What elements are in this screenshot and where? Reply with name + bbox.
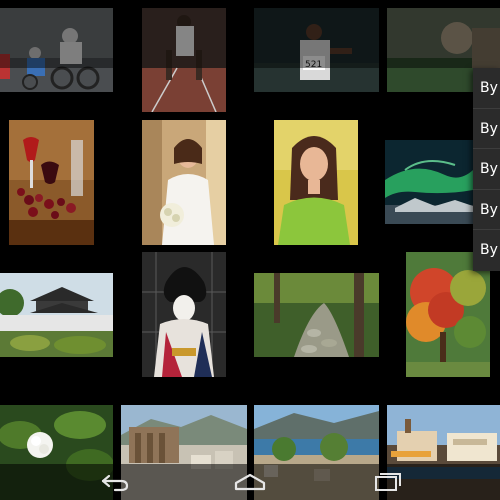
menu-item-sort-1[interactable]: By xyxy=(473,68,500,109)
photo-thumbnail-runner[interactable]: 521 xyxy=(254,8,379,92)
home-button[interactable] xyxy=(230,469,270,495)
overflow-menu: By By By By By xyxy=(473,68,500,271)
system-navigation-bar xyxy=(0,464,500,500)
photo-thumbnail-geisha[interactable] xyxy=(142,252,226,377)
menu-item-sort-5[interactable]: By xyxy=(473,230,500,271)
photo-thumbnail-wine[interactable] xyxy=(9,120,94,245)
recent-apps-button[interactable] xyxy=(366,469,406,495)
photo-thumbnail-aurora[interactable] xyxy=(385,140,473,224)
svg-text:521: 521 xyxy=(305,60,322,70)
photo-thumbnail-cyclists[interactable] xyxy=(0,8,113,92)
home-icon xyxy=(234,473,266,491)
photo-thumbnail-forest-path[interactable] xyxy=(254,273,379,357)
back-icon xyxy=(101,474,129,492)
photo-thumbnail-sprinter[interactable] xyxy=(142,8,226,112)
photo-thumbnail-temple[interactable] xyxy=(0,273,113,357)
photo-grid: 521 xyxy=(0,0,500,500)
recent-apps-icon xyxy=(375,473,401,491)
photo-thumbnail-woman-green[interactable] xyxy=(274,120,358,245)
photo-thumbnail-bride[interactable] xyxy=(142,120,226,245)
back-button[interactable] xyxy=(95,469,135,495)
menu-item-sort-3[interactable]: By xyxy=(473,149,500,190)
menu-item-sort-2[interactable]: By xyxy=(473,109,500,150)
menu-item-sort-4[interactable]: By xyxy=(473,190,500,231)
